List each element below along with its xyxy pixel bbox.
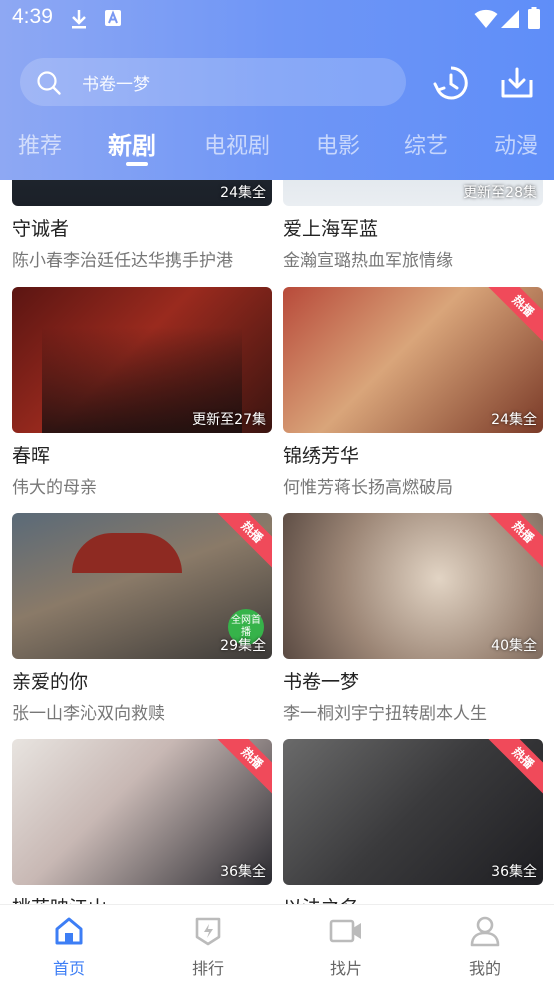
episode-badge: 更新至27集	[192, 412, 266, 428]
poster-image: 更新至27集	[12, 287, 272, 433]
tab-movie[interactable]: 电影	[316, 128, 360, 160]
profile-icon	[470, 916, 500, 947]
episode-badge: 24集全	[220, 185, 266, 201]
home-icon	[55, 917, 83, 945]
episode-badge: 24集全	[491, 412, 537, 428]
drama-card[interactable]: 更新至27集 春晖 伟大的母亲	[12, 287, 272, 498]
search-icon	[36, 70, 62, 100]
history-button[interactable]	[432, 64, 470, 102]
hot-ribbon: 热播	[485, 739, 543, 796]
nav-label: 找片	[329, 959, 362, 978]
drama-title: 桃花映江山	[12, 893, 272, 904]
episode-badge: 40集全	[491, 638, 537, 654]
drama-card[interactable]: 热播 24集全 锦绣芳华 何惟芳蒋长扬高燃破局	[283, 287, 543, 498]
drama-title: 锦绣芳华	[283, 445, 360, 467]
battery-icon	[528, 7, 540, 33]
drama-card[interactable]: 热播 36集全 以法之名	[283, 739, 543, 904]
hot-ribbon: 热播	[214, 739, 272, 796]
drama-grid: 24集全 守诚者 陈小春李治廷任达华携手护港 更新至28集 爱上海军蓝 金瀚宣璐…	[0, 180, 554, 904]
drama-subtitle: 金瀚宣璐热血军旅情缘	[283, 251, 453, 271]
drama-title: 守诚者	[12, 218, 70, 240]
drama-subtitle: 李一桐刘宇宁扭转剧本人生	[283, 704, 487, 724]
drama-subtitle: 何惟芳蒋长扬高燃破局	[283, 478, 453, 498]
drama-title: 春晖	[12, 445, 51, 467]
episode-badge: 更新至28集	[463, 185, 537, 201]
active-tab-indicator	[126, 162, 148, 166]
bottom-navigation: 首页 排行 找片 我的	[0, 904, 554, 984]
poster-image: 24集全	[12, 180, 272, 206]
history-icon	[433, 66, 468, 100]
signal-icon	[500, 9, 520, 33]
hot-ribbon: 热播	[485, 513, 543, 570]
poster-image: 更新至28集	[283, 180, 543, 206]
drama-card[interactable]: 24集全 守诚者 陈小春李治廷任达华携手护港	[12, 180, 272, 271]
poster-image: 热播 36集全	[283, 739, 543, 885]
nav-label: 排行	[191, 959, 224, 978]
nav-profile[interactable]: 我的	[445, 915, 525, 979]
nav-ranking[interactable]: 排行	[168, 915, 248, 979]
nav-home[interactable]: 首页	[29, 915, 109, 979]
drama-card[interactable]: 热播 40集全 书卷一梦 李一桐刘宇宁扭转剧本人生	[283, 513, 543, 724]
app-header: 4:39 书卷一梦 推荐 新剧 电视剧 电影 综艺 动漫	[0, 0, 554, 180]
hot-ribbon: 热播	[214, 513, 272, 570]
category-tabs: 推荐 新剧 电视剧 电影 综艺 动漫	[0, 122, 554, 172]
drama-subtitle: 伟大的母亲	[12, 478, 97, 498]
download-icon	[501, 67, 533, 98]
episode-badge: 36集全	[491, 864, 537, 880]
search-bar[interactable]: 书卷一梦	[20, 58, 406, 106]
video-camera-icon	[329, 919, 361, 943]
episode-badge: 36集全	[220, 864, 266, 880]
drama-subtitle: 陈小春李治廷任达华携手护港	[12, 251, 233, 271]
nav-discover[interactable]: 找片	[306, 915, 386, 979]
drama-card[interactable]: 热播 36集全 桃花映江山	[12, 739, 272, 904]
tab-variety[interactable]: 综艺	[404, 128, 448, 160]
drama-title: 以法之名	[283, 893, 543, 904]
drama-title: 书卷一梦	[283, 671, 360, 693]
font-status-icon	[104, 8, 122, 32]
drama-title: 爱上海军蓝	[283, 218, 379, 240]
drama-card[interactable]: 更新至28集 爱上海军蓝 金瀚宣璐热血军旅情缘	[283, 180, 543, 271]
poster-image: 热播 全网首播 29集全	[12, 513, 272, 659]
status-time: 4:39	[12, 5, 53, 28]
search-placeholder: 书卷一梦	[82, 75, 150, 95]
download-status-icon	[70, 8, 88, 34]
poster-image: 热播 40集全	[283, 513, 543, 659]
ranking-icon	[195, 917, 221, 946]
status-bar: 4:39	[0, 0, 554, 40]
hot-ribbon: 热播	[485, 287, 543, 344]
tab-recommend[interactable]: 推荐	[18, 128, 62, 160]
drama-title: 亲爱的你	[12, 671, 89, 693]
tab-tv-series[interactable]: 电视剧	[204, 128, 270, 160]
poster-image: 热播 36集全	[12, 739, 272, 885]
nav-label: 首页	[52, 959, 85, 978]
drama-subtitle: 张一山李沁双向救赎	[12, 704, 165, 724]
tab-new-drama[interactable]: 新剧	[108, 126, 156, 161]
nav-label: 我的	[468, 959, 501, 978]
wifi-icon	[474, 9, 498, 33]
tab-anime[interactable]: 动漫	[494, 128, 538, 160]
download-button[interactable]	[498, 64, 536, 102]
poster-image: 热播 24集全	[283, 287, 543, 433]
episode-badge: 29集全	[220, 638, 266, 654]
drama-card[interactable]: 热播 全网首播 29集全 亲爱的你 张一山李沁双向救赎	[12, 513, 272, 724]
